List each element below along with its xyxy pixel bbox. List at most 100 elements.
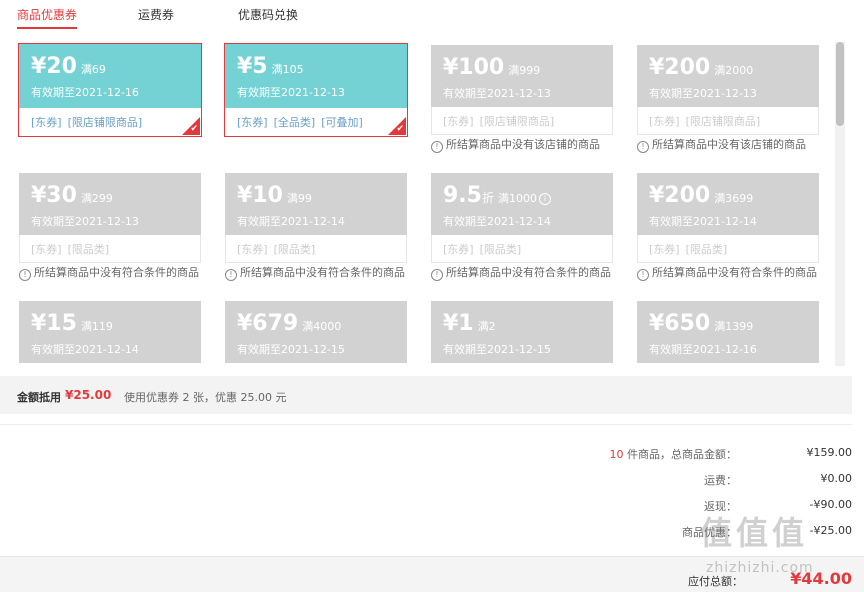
coupon-face: ¥5 满105 有效期至2021-12-13 bbox=[225, 44, 407, 108]
goods-amount-value: ¥159.00 bbox=[806, 446, 853, 459]
info-icon: ! bbox=[225, 269, 237, 281]
coupon-amount: ¥5 满105 bbox=[237, 54, 304, 79]
tab-freight-coupons[interactable]: 运费券 bbox=[138, 6, 174, 23]
coupon-summary: 金额抵用 ¥25.00 使用优惠券 2 张，优惠 25.00 元 bbox=[0, 376, 852, 414]
coupon-list: ¥20 满69 有效期至2021-12-16 [东券] [限店铺限商品] ✔ ¥5 满… bbox=[0, 30, 848, 368]
info-icon: ! bbox=[431, 141, 443, 153]
coupon-validity: 有效期至2021-12-13 bbox=[649, 87, 757, 100]
coupon-validity: 有效期至2021-12-16 bbox=[649, 343, 757, 356]
coupon-card[interactable]: ¥30 满299 有效期至2021-12-13 [东券] [限品类] ! 所结算商品中… bbox=[19, 170, 201, 281]
coupon-validity: 有效期至2021-12-14 bbox=[31, 343, 139, 356]
coupon-edge bbox=[431, 42, 613, 46]
coupon-validity: 有效期至2021-12-13 bbox=[443, 87, 551, 100]
coupon-validity: 有效期至2021-12-15 bbox=[237, 343, 345, 356]
info-icon: ! bbox=[19, 269, 31, 281]
coupon-edge bbox=[225, 298, 407, 302]
coupon-edge bbox=[431, 170, 613, 174]
coupon-scrollbar[interactable] bbox=[835, 42, 845, 366]
coupon-face: ¥200 满3699 有效期至2021-12-14 bbox=[637, 170, 819, 235]
coupon-tags: [东券] [全品类] [可叠加] ✔ bbox=[225, 108, 407, 136]
coupon-tags: [东券] [限店铺限商品] bbox=[637, 107, 819, 135]
goods-amount-label: 10 件商品，总商品金额： bbox=[609, 448, 738, 461]
coupon-edge bbox=[19, 298, 201, 302]
coupon-face: 9.5折 满1000 i 有效期至2021-12-14 bbox=[431, 170, 613, 235]
coupon-unavailable-note: ! 所结算商品中没有该店铺的商品 bbox=[431, 136, 600, 153]
coupon-edge bbox=[637, 298, 819, 302]
coupon-validity: 有效期至2021-12-14 bbox=[649, 215, 757, 228]
coupon-card[interactable]: ¥679 满4000 有效期至2021-12-15 bbox=[225, 298, 407, 363]
coupon-amount: 9.5折 满1000 i bbox=[443, 183, 551, 208]
scrollbar-thumb[interactable] bbox=[836, 42, 844, 126]
info-icon[interactable]: i bbox=[539, 193, 551, 205]
coupon-amount: ¥10 满99 bbox=[237, 183, 312, 208]
coupon-card[interactable]: ¥20 满69 有效期至2021-12-16 [东券] [限店铺限商品] ✔ bbox=[18, 43, 202, 137]
watermark-logo: 值值值 bbox=[700, 514, 809, 552]
coupon-face: ¥679 满4000 有效期至2021-12-15 bbox=[225, 298, 407, 363]
coupon-card[interactable]: ¥100 满999 有效期至2021-12-13 [东券] [限店铺限商品] ! 所结… bbox=[431, 42, 613, 153]
coupon-face: ¥10 满99 有效期至2021-12-14 bbox=[225, 170, 407, 235]
coupon-face: ¥1 满2 有效期至2021-12-15 bbox=[431, 298, 613, 363]
coupon-tags: [东券] [限品类] bbox=[225, 235, 407, 263]
coupon-unavailable-note: ! 所结算商品中没有符合条件的商品 bbox=[225, 264, 405, 281]
coupon-edge bbox=[225, 170, 407, 174]
info-icon: ! bbox=[637, 141, 649, 153]
summary-value: ¥25.00 bbox=[65, 388, 112, 402]
coupon-edge bbox=[431, 298, 613, 302]
freight-label: 运费： bbox=[704, 474, 737, 487]
coupon-face: ¥20 满69 有效期至2021-12-16 bbox=[19, 44, 201, 108]
coupon-validity: 有效期至2021-12-16 bbox=[31, 86, 139, 99]
coupon-tags: [东券] [限品类] bbox=[637, 235, 819, 263]
coupon-face: ¥15 满119 有效期至2021-12-14 bbox=[19, 298, 201, 363]
coupon-validity: 有效期至2021-12-13 bbox=[31, 215, 139, 228]
coupon-validity: 有效期至2021-12-14 bbox=[443, 215, 551, 228]
coupon-unavailable-note: ! 所结算商品中没有该店铺的商品 bbox=[637, 136, 806, 153]
info-icon: ! bbox=[431, 269, 443, 281]
coupon-edge bbox=[637, 170, 819, 174]
checkmark-icon: ✔ bbox=[190, 124, 198, 134]
info-icon: ! bbox=[637, 269, 649, 281]
goods-amount-row: 10 件商品，总商品金额： ¥159.00 bbox=[552, 446, 853, 462]
coupon-tags: [东券] [限品类] bbox=[19, 235, 201, 263]
freight-row: 运费： ¥0.00 bbox=[552, 472, 852, 488]
coupon-unavailable-note: ! 所结算商品中没有符合条件的商品 bbox=[19, 264, 199, 281]
coupon-card[interactable]: ¥200 满3699 有效期至2021-12-14 [东券] [限品类] ! 所结算商… bbox=[637, 170, 819, 281]
tab-product-coupons[interactable]: 商品优惠券 bbox=[17, 6, 78, 29]
coupon-amount: ¥200 满3699 bbox=[649, 183, 754, 208]
coupon-card[interactable]: ¥200 满2000 有效期至2021-12-13 [东券] [限店铺限商品] ! 所… bbox=[637, 42, 819, 153]
checkmark-icon: ✔ bbox=[396, 124, 404, 134]
coupon-amount: ¥30 满299 bbox=[31, 183, 113, 208]
coupon-amount: ¥20 满69 bbox=[31, 54, 106, 79]
coupon-tags: [东券] [限店铺限商品] bbox=[431, 107, 613, 135]
coupon-card[interactable]: ¥650 满1399 有效期至2021-12-16 bbox=[637, 298, 819, 363]
coupon-amount: ¥200 满2000 bbox=[649, 55, 754, 80]
watermark-url: zhizhizhi.com bbox=[706, 560, 814, 576]
coupon-unavailable-note: ! 所结算商品中没有符合条件的商品 bbox=[637, 264, 817, 281]
divider bbox=[0, 424, 852, 425]
coupon-edge bbox=[637, 42, 819, 46]
coupon-amount: ¥1 满2 bbox=[443, 311, 496, 336]
coupon-amount: ¥679 满4000 bbox=[237, 311, 342, 336]
coupon-tags: [东券] [限店铺限商品] ✔ bbox=[19, 108, 201, 136]
coupon-amount: ¥15 满119 bbox=[31, 311, 113, 336]
coupon-card[interactable]: ¥15 满119 有效期至2021-12-14 bbox=[19, 298, 201, 363]
coupon-card[interactable]: 9.5折 满1000 i 有效期至2021-12-14 [东券] [限品类] ! 所结算… bbox=[431, 170, 613, 281]
coupon-amount: ¥100 满999 bbox=[443, 55, 541, 80]
coupon-tabs: 商品优惠券 运费券 优惠码兑换 bbox=[0, 0, 864, 30]
coupon-face: ¥200 满2000 有效期至2021-12-13 bbox=[637, 42, 819, 107]
coupon-face: ¥100 满999 有效期至2021-12-13 bbox=[431, 42, 613, 107]
coupon-validity: 有效期至2021-12-14 bbox=[237, 215, 345, 228]
summary-description: 使用优惠券 2 张，优惠 25.00 元 bbox=[124, 391, 287, 404]
coupon-face: ¥650 满1399 有效期至2021-12-16 bbox=[637, 298, 819, 363]
summary-label: 金额抵用 bbox=[17, 391, 61, 404]
coupon-edge bbox=[19, 170, 201, 174]
coupon-card[interactable]: ¥10 满99 有效期至2021-12-14 [东券] [限品类] ! 所结算商品中没… bbox=[225, 170, 407, 281]
coupon-card[interactable]: ¥5 满105 有效期至2021-12-13 [东券] [全品类] [可叠加] ✔ bbox=[224, 43, 408, 137]
coupon-validity: 有效期至2021-12-15 bbox=[443, 343, 551, 356]
freight-value: ¥0.00 bbox=[820, 472, 853, 485]
tab-promo-code[interactable]: 优惠码兑换 bbox=[238, 6, 298, 23]
coupon-face: ¥30 满299 有效期至2021-12-13 bbox=[19, 170, 201, 235]
coupon-amount: ¥650 满1399 bbox=[649, 311, 754, 336]
coupon-card[interactable]: ¥1 满2 有效期至2021-12-15 bbox=[431, 298, 613, 363]
coupon-unavailable-note: ! 所结算商品中没有符合条件的商品 bbox=[431, 264, 611, 281]
coupon-tags: [东券] [限品类] bbox=[431, 235, 613, 263]
